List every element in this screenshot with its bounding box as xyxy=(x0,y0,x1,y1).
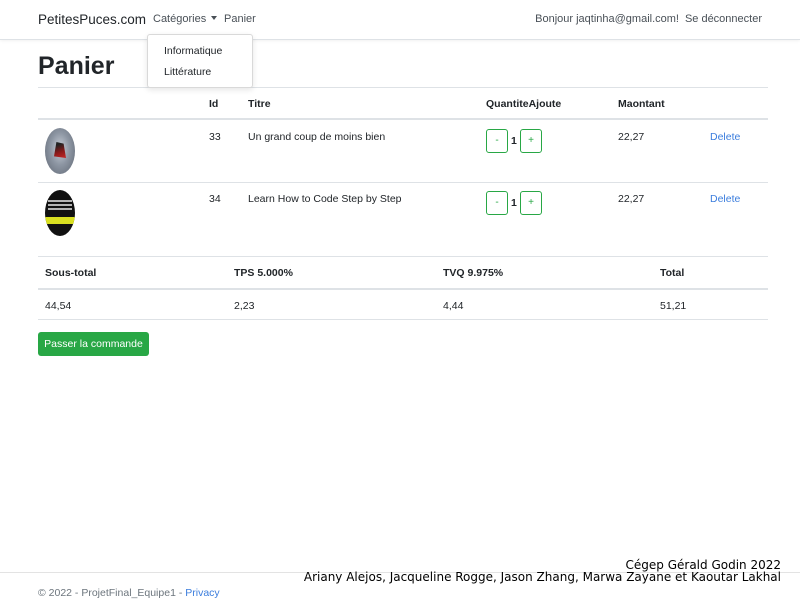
menu-item-litterature[interactable]: Littérature xyxy=(164,66,211,78)
nav-cart-link[interactable]: Panier xyxy=(224,13,256,25)
subtotal-value: 44,54 xyxy=(45,300,72,312)
totals-header-divider xyxy=(38,288,768,290)
tps-header: TPS 5.000% xyxy=(234,267,293,279)
tvq-value: 4,44 xyxy=(443,300,464,312)
caret-down-icon xyxy=(211,16,218,20)
row-title: Learn How to Code Step by Step xyxy=(248,193,402,205)
header-quantity: QuantiteAjoute xyxy=(486,98,562,110)
totals-bottom-divider xyxy=(38,319,768,320)
quantity-value: 1 xyxy=(511,197,517,209)
decrease-qty-button[interactable]: - xyxy=(486,191,508,215)
categories-menu: Informatique Littérature xyxy=(147,34,253,88)
row-amount: 22,27 xyxy=(618,193,645,205)
increase-qty-button[interactable]: + xyxy=(520,129,542,153)
delete-link[interactable]: Delete xyxy=(710,193,740,205)
greeting-link[interactable]: Bonjour jaqtinha@gmail.com! xyxy=(535,13,679,25)
product-image xyxy=(45,128,75,174)
row-id: 33 xyxy=(209,131,221,143)
logout-link[interactable]: Se déconnecter xyxy=(685,13,762,25)
brand-link[interactable]: PetitesPuces.com xyxy=(38,12,146,27)
tps-value: 2,23 xyxy=(234,300,255,312)
row-id: 34 xyxy=(209,193,221,205)
row-amount: 22,27 xyxy=(618,131,645,143)
place-order-button[interactable]: Passer la commande xyxy=(38,332,149,356)
header-amount: Maontant xyxy=(618,98,665,110)
total-header: Total xyxy=(660,267,685,279)
menu-item-informatique[interactable]: Informatique xyxy=(164,45,222,57)
increase-qty-button[interactable]: + xyxy=(520,191,542,215)
categories-dropdown[interactable]: Catégories xyxy=(153,13,218,25)
decrease-qty-button[interactable]: - xyxy=(486,129,508,153)
privacy-link[interactable]: Privacy xyxy=(185,587,219,599)
totals-top-divider xyxy=(38,256,768,257)
subtotal-header: Sous-total xyxy=(45,267,97,279)
total-value: 51,21 xyxy=(660,300,687,312)
credit-line-2: Ariany Alejos, Jacqueline Rogge, Jason Z… xyxy=(303,570,781,584)
navbar: PetitesPuces.com Catégories Panier Bonjo… xyxy=(0,0,800,40)
product-image xyxy=(45,190,75,236)
row-title: Un grand coup de moins bien xyxy=(248,131,386,143)
quantity-value: 1 xyxy=(511,135,517,147)
categories-label: Catégories xyxy=(153,13,207,25)
row-divider xyxy=(38,182,768,183)
page-title: Panier xyxy=(38,52,115,80)
header-id: Id xyxy=(209,98,219,110)
footer: © 2022 - ProjetFinal_Equipe1 - Privacy xyxy=(38,587,220,599)
delete-link[interactable]: Delete xyxy=(710,131,740,143)
table-header-divider xyxy=(38,118,768,120)
tvq-header: TVQ 9.975% xyxy=(443,267,504,279)
footer-copyright: © 2022 - ProjetFinal_Equipe1 - xyxy=(38,587,183,599)
header-title: Titre xyxy=(248,98,271,110)
